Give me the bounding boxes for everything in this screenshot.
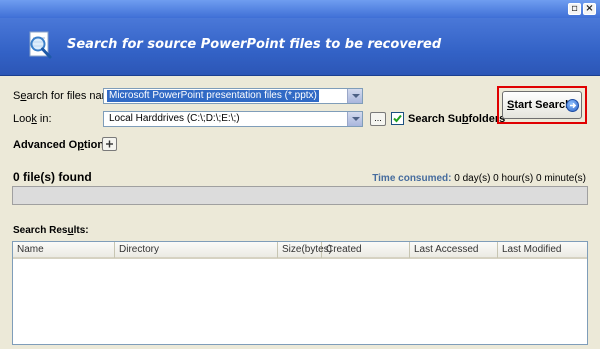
search-results-label: Search Results: [13,225,89,236]
plus-icon [106,140,113,148]
checkmark-icon [393,114,402,123]
look-in-select[interactable]: Local Harddrives (C:\;D:\;E:\;) [103,111,363,127]
column-header-last-accessed[interactable]: Last Accessed [410,242,498,258]
close-icon[interactable]: × [583,3,596,15]
go-arrow-icon [566,99,579,112]
results-table-header: Name Directory Size(bytes) Created Last … [13,242,587,259]
file-type-select[interactable]: Microsoft PowerPoint presentation files … [103,88,363,104]
results-table[interactable]: Name Directory Size(bytes) Created Last … [12,241,588,345]
file-type-value: Microsoft PowerPoint presentation files … [107,90,319,102]
look-in-value: Local Harddrives (C:\;D:\;E:\;) [109,113,240,124]
column-header-directory[interactable]: Directory [115,242,278,258]
restore-icon[interactable]: ▫ [568,3,581,15]
title-bar: ▫ × [0,0,600,18]
banner-title: Search for source PowerPoint files to be… [67,37,442,52]
column-header-last-modified[interactable]: Last Modified [498,242,587,258]
search-subfolders-checkbox[interactable] [391,112,404,125]
progress-bar [12,186,588,205]
advanced-options-label[interactable]: Advanced Options [13,139,110,151]
look-in-label: Look in: [13,113,52,125]
start-search-button[interactable]: Start Search [502,91,582,119]
column-header-size[interactable]: Size(bytes) [278,242,332,258]
magnifier-document-icon [29,31,52,59]
header-banner: Search for source PowerPoint files to be… [0,18,600,76]
files-found-count: 0 file(s) found [13,170,92,184]
expand-advanced-button[interactable] [102,137,117,151]
browse-button[interactable]: ... [370,112,386,126]
search-subfolders-label[interactable]: Search Subfolders [408,113,505,125]
column-header-name[interactable]: Name [13,242,115,258]
chevron-down-icon[interactable] [347,112,362,126]
chevron-down-icon[interactable] [347,89,362,103]
column-header-created[interactable]: Created [322,242,410,258]
time-consumed: Time consumed: 0 day(s) 0 hour(s) 0 minu… [372,173,586,184]
